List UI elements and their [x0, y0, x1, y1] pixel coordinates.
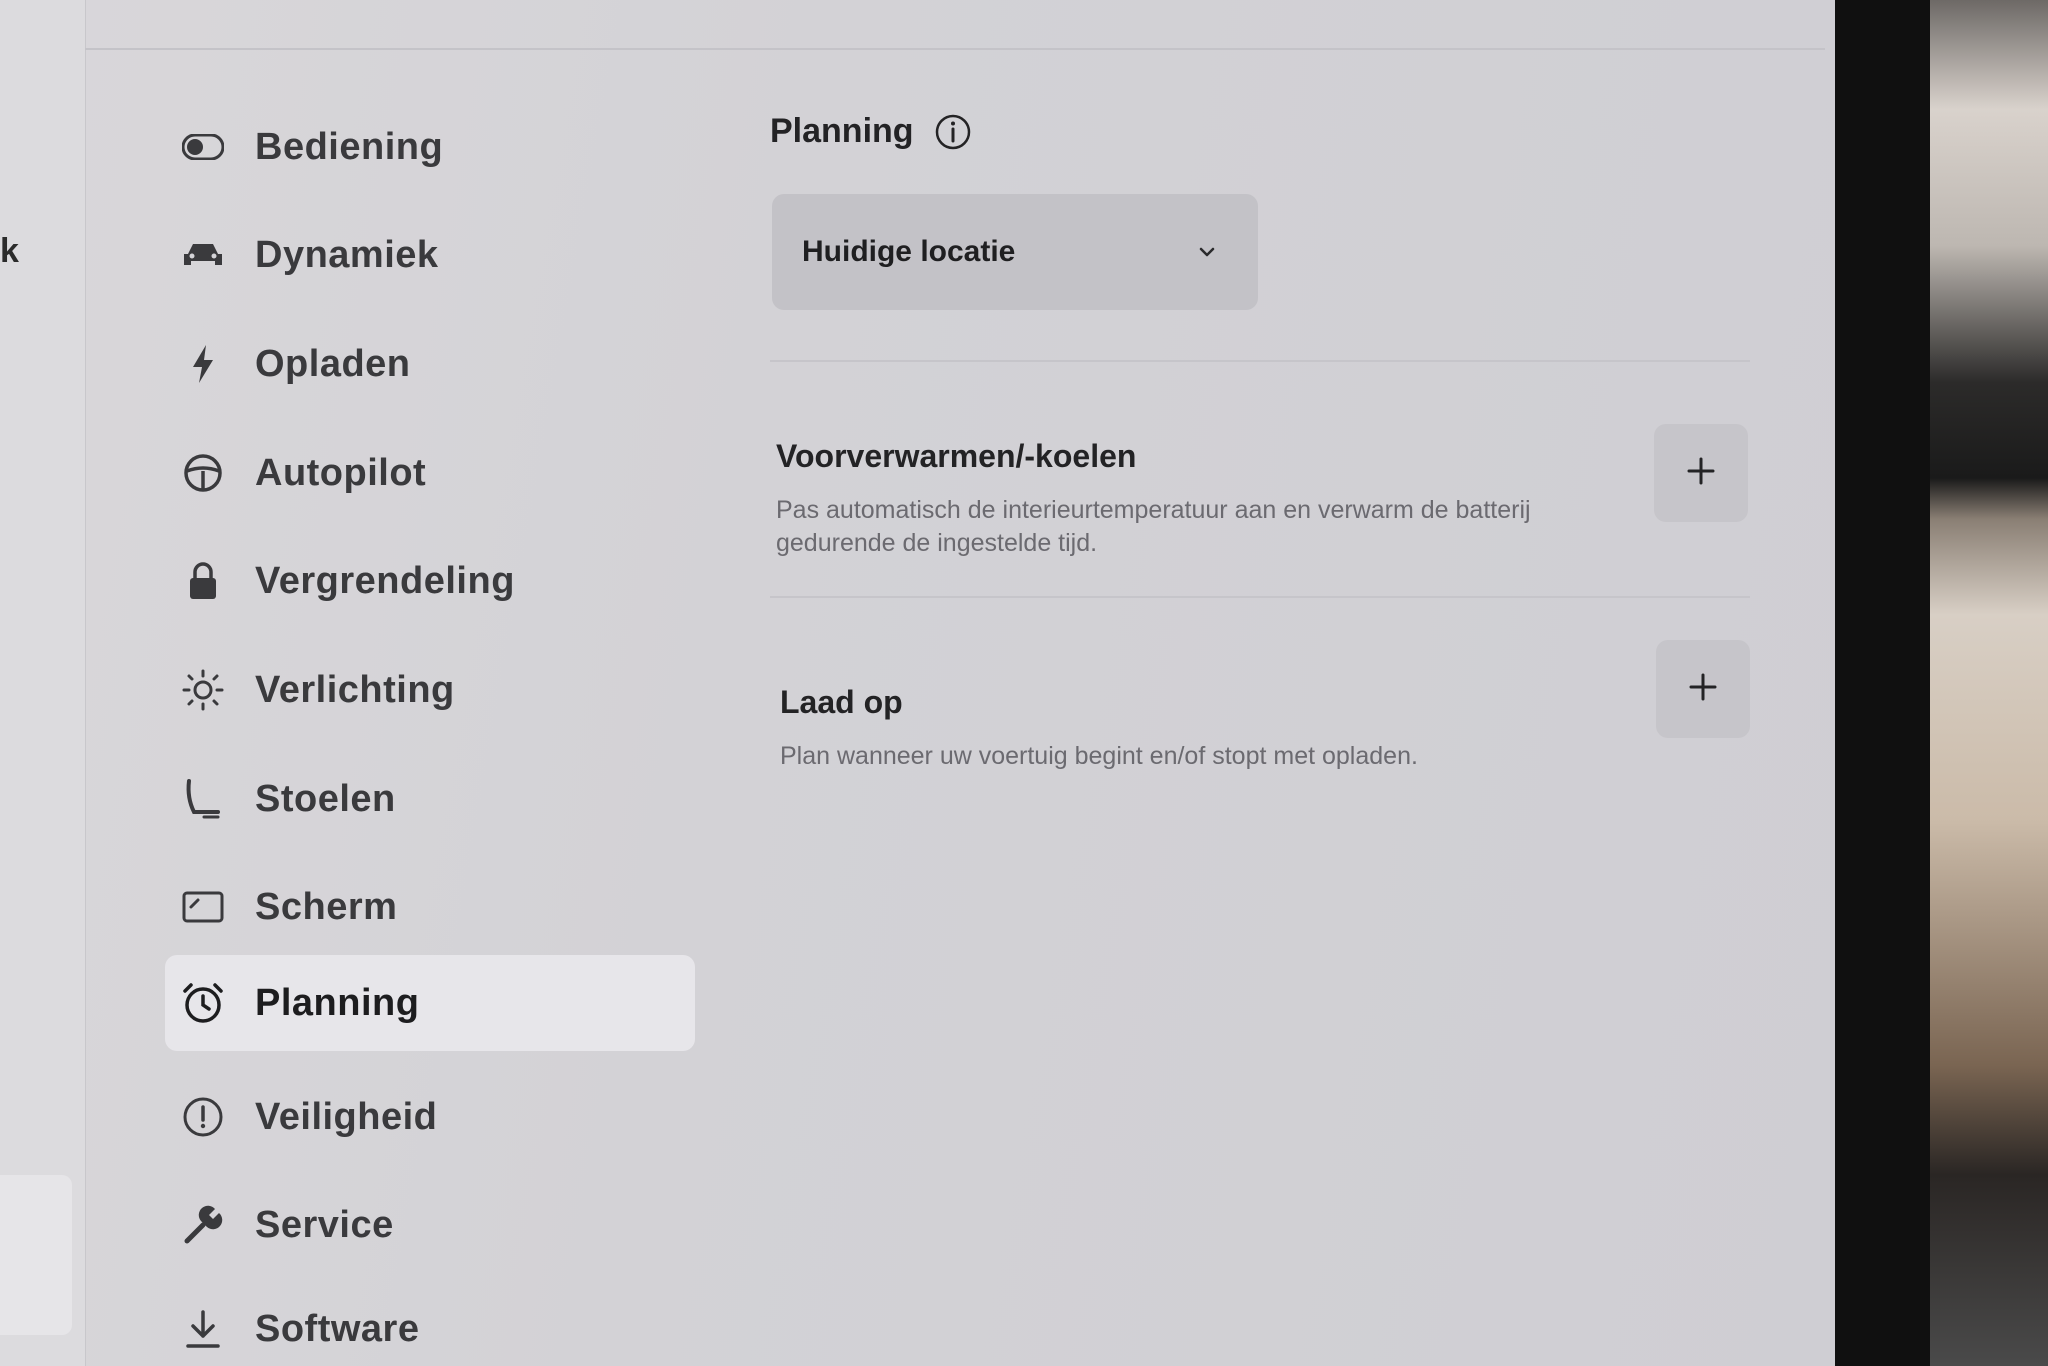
sidebar-item-label: Verlichting — [255, 668, 455, 711]
plus-icon — [1685, 455, 1717, 492]
page-title: Planning — [770, 112, 972, 151]
sidebar-item-verlichting[interactable]: Verlichting — [165, 643, 695, 737]
sidebar-item-label: Vergrendeling — [255, 559, 515, 602]
lightning-bolt-icon — [179, 340, 227, 388]
screen-bezel — [1835, 0, 1930, 1366]
section-divider — [770, 360, 1750, 362]
steering-wheel-icon — [179, 449, 227, 497]
preconditioning-title: Voorverwarmen/-koelen — [776, 438, 1137, 474]
sidebar-item-label: Service — [255, 1203, 394, 1246]
download-icon — [179, 1305, 227, 1353]
alarm-clock-icon — [179, 979, 227, 1027]
sidebar-item-label: Scherm — [255, 885, 398, 928]
left-panel-card — [0, 1175, 72, 1335]
screen-icon — [179, 883, 227, 931]
preconditioning-description: Pas automatisch de interieurtemperatuur … — [776, 496, 1531, 557]
info-icon[interactable] — [934, 113, 972, 151]
sidebar-item-software[interactable]: Software — [165, 1282, 695, 1366]
light-bulb-icon — [179, 666, 227, 714]
car-icon — [179, 231, 227, 279]
charge-description: Plan wanneer uw voertuig begint en/of st… — [780, 742, 1418, 770]
seat-icon — [179, 775, 227, 823]
page-title-text: Planning — [770, 112, 914, 150]
chevron-down-icon — [1196, 241, 1218, 263]
left-panel-edge: k — [0, 0, 86, 1366]
sidebar-item-dynamiek[interactable]: Dynamiek — [165, 208, 695, 302]
section-divider — [770, 596, 1750, 598]
location-dropdown-value: Huidige locatie — [802, 235, 1016, 268]
sidebar-item-label: Veiligheid — [255, 1095, 438, 1138]
sidebar-item-label: Autopilot — [255, 451, 427, 494]
left-panel-partial-text: k — [0, 232, 19, 270]
sidebar-item-label: Planning — [255, 981, 420, 1024]
sidebar-item-veiligheid[interactable]: Veiligheid — [165, 1070, 695, 1164]
planning-panel: Planning Huidige locatie Voorverwarmen/-… — [770, 0, 1770, 1366]
sidebar-item-planning[interactable]: Planning — [165, 955, 695, 1051]
sidebar-item-label: Dynamiek — [255, 233, 439, 276]
settings-screen: k Bediening Dynamiek Opladen Autopilot V… — [0, 0, 1835, 1366]
charge-title: Laad op — [780, 684, 903, 720]
alert-circle-icon — [179, 1093, 227, 1141]
location-dropdown[interactable]: Huidige locatie — [772, 194, 1258, 310]
sidebar-item-bediening[interactable]: Bediening — [165, 100, 695, 194]
toggle-icon — [179, 123, 227, 171]
sidebar-item-service[interactable]: Service — [165, 1178, 695, 1272]
sidebar-item-opladen[interactable]: Opladen — [165, 317, 695, 411]
wrench-icon — [179, 1201, 227, 1249]
sidebar-item-label: Bediening — [255, 125, 444, 168]
sidebar-item-stoelen[interactable]: Stoelen — [165, 752, 695, 846]
plus-icon — [1687, 671, 1719, 708]
sidebar-item-autopilot[interactable]: Autopilot — [165, 426, 695, 520]
background-outside-screen — [1930, 0, 2048, 1366]
sidebar-item-scherm[interactable]: Scherm — [165, 860, 695, 954]
add-preconditioning-button[interactable] — [1654, 424, 1748, 522]
lock-icon — [179, 557, 227, 605]
sidebar-item-label: Opladen — [255, 342, 411, 385]
add-charge-schedule-button[interactable] — [1656, 640, 1750, 738]
sidebar-item-label: Stoelen — [255, 777, 396, 820]
sidebar-item-vergrendeling[interactable]: Vergrendeling — [165, 534, 695, 628]
sidebar-item-label: Software — [255, 1307, 420, 1350]
